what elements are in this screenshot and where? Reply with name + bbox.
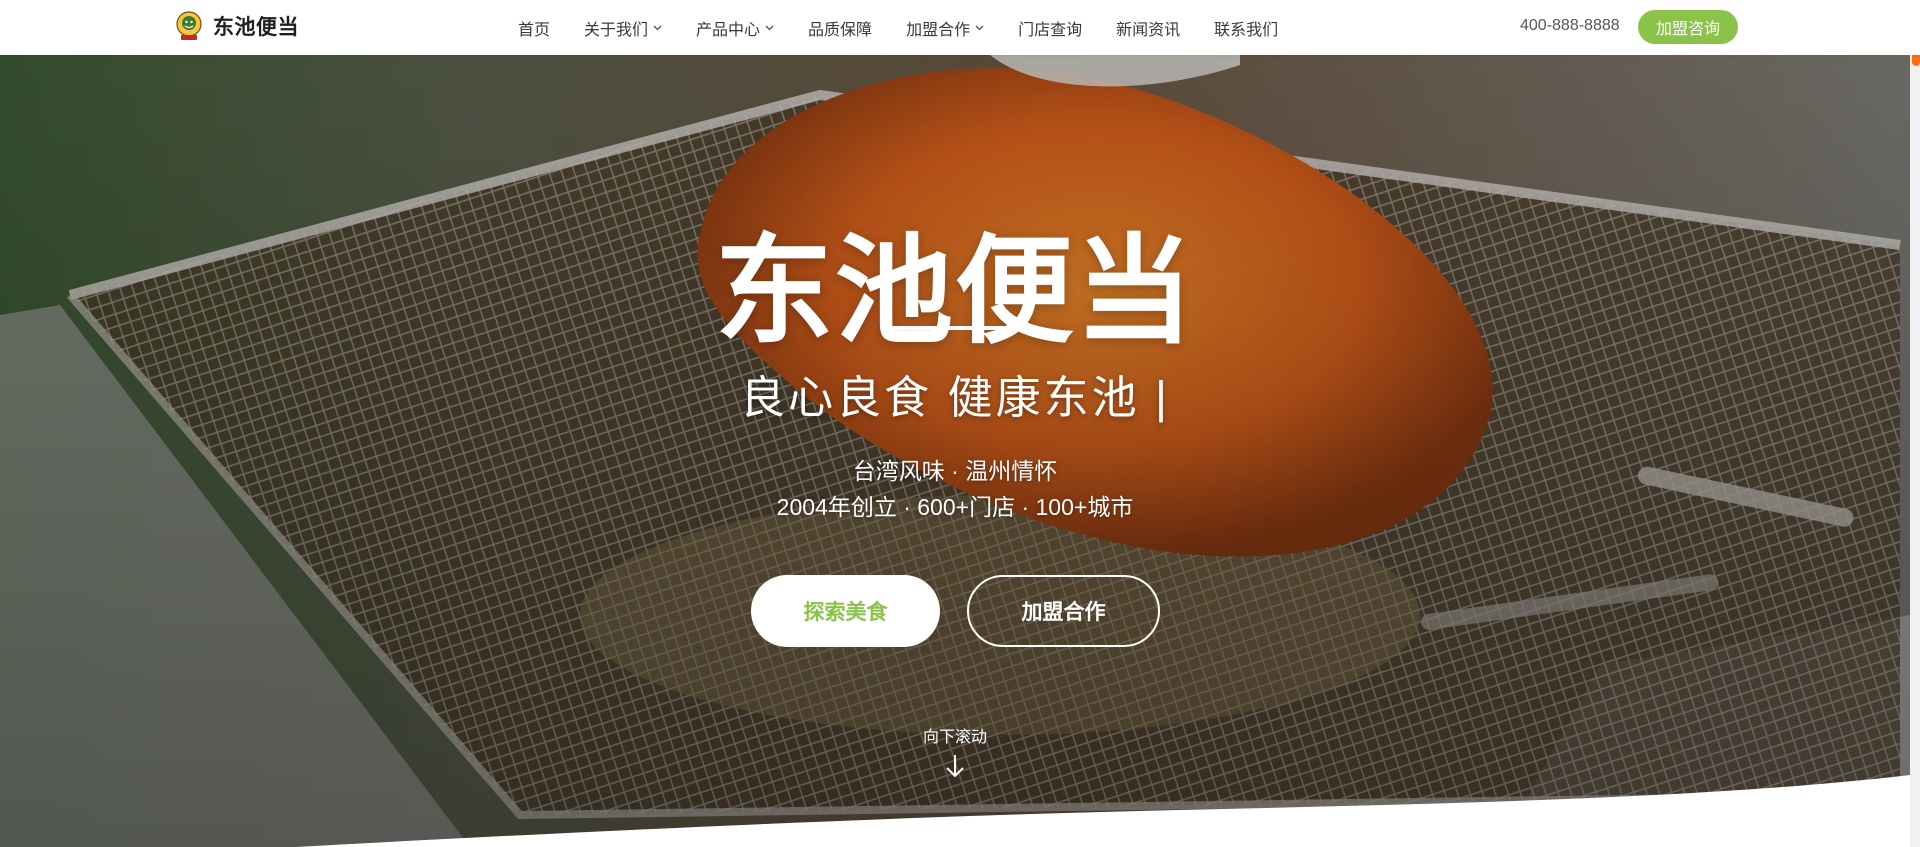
scroll-hint-label: 向下滚动 [922, 729, 987, 746]
chevron-down-icon [653, 23, 662, 32]
explore-food-button[interactable]: 探索美食 [751, 575, 940, 647]
nav-item-label: 加盟合作 [906, 21, 971, 39]
scroll-down-hint[interactable]: 向下滚动 [900, 723, 1010, 779]
nav-item-label: 门店查询 [1018, 21, 1083, 39]
nav-item-products[interactable]: 产品中心 [696, 16, 774, 40]
hero-title: 东池便当 [714, 226, 1195, 358]
franchise-consult-button[interactable]: 加盟咨询 [1638, 10, 1738, 44]
main-nav: 首页 关于我们 产品中心 品质保障 加盟合作 门店查询 新闻资讯 联系我们 [518, 0, 1312, 55]
nav-item-about[interactable]: 关于我们 [584, 16, 662, 40]
title-underline [883, 326, 1026, 330]
nav-item-label: 新闻资讯 [1116, 21, 1181, 39]
nav-item-label: 联系我们 [1214, 21, 1279, 39]
arrow-down-icon [946, 755, 964, 778]
nav-item-label: 关于我们 [584, 21, 649, 39]
join-franchise-button[interactable]: 加盟合作 [967, 575, 1160, 647]
nav-item-label: 品质保障 [808, 21, 873, 39]
hero-stats: 2004年创立 · 600+门店 · 100+城市 [776, 494, 1134, 520]
nav-item-label: 首页 [518, 21, 551, 39]
site-header: 东池便当 首页 关于我们 产品中心 品质保障 加盟合作 门店查询 新闻资讯 联系… [0, 0, 1920, 55]
brand-logo[interactable]: 东池便当 [176, 11, 299, 41]
nav-item-stores[interactable]: 门店查询 [1018, 16, 1082, 40]
nav-item-contact[interactable]: 联系我们 [1214, 16, 1278, 40]
chevron-down-icon [765, 23, 774, 32]
hero-banner: 东池便当 良心良食 健康东池 | 台湾风味 · 温州情怀 2004年创立 · 6… [0, 55, 1910, 847]
nav-item-quality[interactable]: 品质保障 [808, 16, 872, 40]
brand-name: 东池便当 [213, 16, 299, 39]
nav-item-news[interactable]: 新闻资讯 [1116, 16, 1180, 40]
hero-slogan: 良心良食 健康东池 | [740, 372, 1170, 423]
hotline-phone[interactable]: 400-888-8888 [1520, 17, 1620, 35]
nav-item-home[interactable]: 首页 [518, 16, 550, 40]
nav-item-franchise[interactable]: 加盟合作 [906, 16, 984, 40]
nav-item-label: 产品中心 [696, 21, 761, 39]
hero-tagline: 台湾风味 · 温州情怀 [852, 458, 1058, 484]
page-scrollbar[interactable] [1910, 0, 1920, 847]
chef-badge-icon [176, 11, 202, 41]
chevron-down-icon [975, 23, 984, 32]
